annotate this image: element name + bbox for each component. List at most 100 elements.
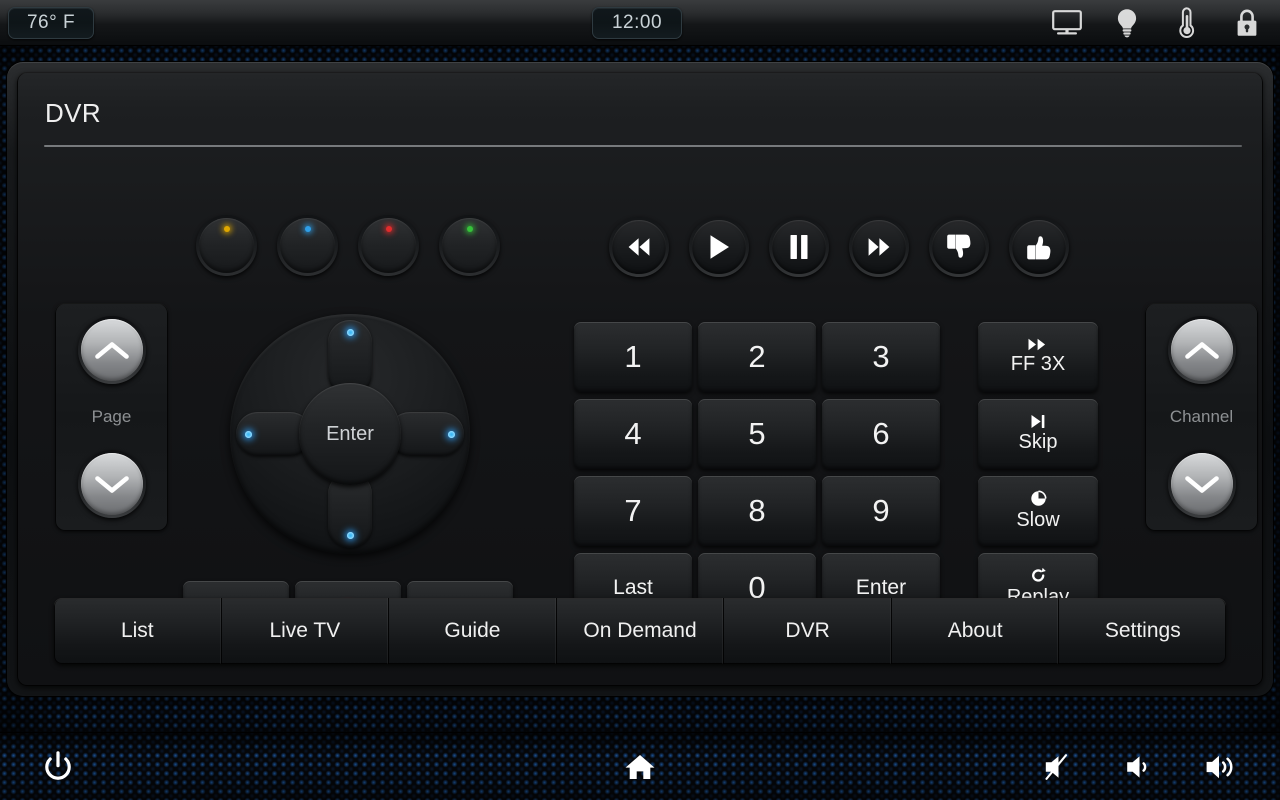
chevron-down-icon [1184, 474, 1219, 494]
dpad-left-led [245, 430, 252, 438]
thumbs-down-button[interactable] [929, 217, 989, 277]
led-indicator-yellow [223, 226, 230, 232]
tab-label: About [947, 619, 1003, 642]
tab-on-demand[interactable]: On Demand [557, 598, 725, 664]
thermometer-icon[interactable] [1170, 6, 1204, 40]
fast-forward-icon [865, 237, 893, 257]
fast-forward-button[interactable] [849, 217, 909, 277]
pause-icon [788, 234, 810, 260]
led-indicator-red [385, 226, 392, 232]
slow-button[interactable]: Slow [978, 476, 1098, 546]
playback-function-keys: FF 3X Skip Slow Replay [978, 322, 1098, 623]
rewind-icon [625, 237, 653, 257]
fast-forward-icon [1027, 338, 1049, 352]
page-rocker: Page [55, 303, 168, 531]
ff-3x-label: FF 3X [1010, 353, 1066, 375]
mute-button[interactable] [1040, 749, 1076, 785]
tab-live-tv[interactable]: Live TV [222, 598, 390, 664]
play-button[interactable] [689, 217, 749, 277]
key-label: 9 [872, 493, 890, 528]
led-button-red[interactable] [358, 215, 419, 276]
skip-label: Skip [1018, 431, 1058, 453]
key-label: Last [613, 576, 653, 599]
home-button[interactable] [622, 749, 658, 785]
tab-label: Settings [1104, 619, 1181, 642]
key-2[interactable]: 2 [698, 322, 816, 392]
channel-rocker: Channel [1145, 303, 1258, 531]
mute-icon [1042, 752, 1074, 782]
channel-up-button[interactable] [1167, 316, 1236, 384]
key-7[interactable]: 7 [574, 476, 692, 546]
tab-guide[interactable]: Guide [389, 598, 557, 664]
volume-up-button[interactable] [1202, 749, 1242, 785]
led-button-green[interactable] [439, 215, 500, 276]
dpad-enter-label: Enter [326, 422, 374, 445]
key-8[interactable]: 8 [698, 476, 816, 546]
dpad-up-led [346, 329, 354, 336]
key-1[interactable]: 1 [574, 322, 692, 392]
tab-label: Live TV [269, 619, 341, 642]
lock-icon[interactable] [1230, 6, 1264, 40]
system-power-button[interactable] [40, 749, 76, 785]
volume-up-icon [1204, 752, 1240, 782]
tab-list[interactable]: List [54, 598, 222, 664]
tab-settings[interactable]: Settings [1059, 598, 1226, 664]
thumbs-up-button[interactable] [1009, 217, 1069, 277]
led-button-row [196, 215, 500, 276]
key-3[interactable]: 3 [822, 322, 940, 392]
slow-motion-icon [1030, 490, 1047, 508]
led-button-yellow[interactable] [196, 215, 257, 276]
skip-button[interactable]: Skip [978, 399, 1098, 469]
power-icon [43, 750, 73, 783]
key-label: 7 [624, 493, 642, 528]
key-5[interactable]: 5 [698, 399, 816, 469]
directional-pad: Enter [230, 314, 470, 554]
play-icon [707, 234, 731, 260]
volume-down-button[interactable] [1122, 749, 1158, 785]
thumbs-down-icon [946, 233, 972, 261]
channel-down-button[interactable] [1167, 450, 1236, 518]
led-button-blue[interactable] [277, 215, 338, 276]
remote-app-screen: 76° F 12:00 DVR Page Channel Enter 1 2 3… [0, 0, 1280, 800]
chevron-up-icon [94, 340, 129, 360]
key-4[interactable]: 4 [574, 399, 692, 469]
status-bar: 76° F 12:00 [0, 0, 1280, 46]
temperature-readout[interactable]: 76° F [8, 7, 94, 39]
chevron-down-icon [94, 474, 129, 494]
thumbs-up-icon [1026, 233, 1052, 261]
tab-label: Guide [444, 619, 501, 642]
key-label: 3 [872, 339, 890, 374]
lightbulb-icon[interactable] [1110, 6, 1144, 40]
clock-readout[interactable]: 12:00 [592, 7, 682, 39]
slow-label: Slow [1016, 509, 1060, 531]
rewind-button[interactable] [609, 217, 669, 277]
led-indicator-blue [304, 226, 311, 232]
remote-bezel: DVR Page Channel Enter 1 2 3 4 5 6 7 8 9… [7, 62, 1273, 696]
navigation-tab-strip: List Live TV Guide On Demand DVR About S… [54, 598, 1226, 664]
key-label: Enter [855, 576, 907, 599]
key-label: 6 [872, 416, 890, 451]
key-9[interactable]: 9 [822, 476, 940, 546]
numeric-keypad: 1 2 3 4 5 6 7 8 9 Last 0 Enter [574, 322, 940, 623]
pause-button[interactable] [769, 217, 829, 277]
replay-icon [1030, 567, 1047, 585]
temperature-value: 76° F [26, 12, 76, 33]
page-up-button[interactable] [77, 316, 146, 384]
home-icon [624, 753, 656, 781]
transport-control-row [609, 217, 1069, 277]
title-divider [44, 145, 1242, 147]
tv-icon[interactable] [1050, 6, 1084, 40]
dpad-enter-button[interactable]: Enter [299, 383, 401, 485]
skip-forward-icon [1029, 414, 1047, 430]
page-down-button[interactable] [77, 450, 146, 518]
channel-rocker-label: Channel [1169, 407, 1234, 426]
key-6[interactable]: 6 [822, 399, 940, 469]
key-label: 1 [624, 339, 642, 374]
system-bar [0, 732, 1280, 800]
dpad-right-led [448, 430, 455, 438]
tab-label: On Demand [583, 619, 697, 642]
ff-3x-button[interactable]: FF 3X [978, 322, 1098, 392]
key-label: 8 [748, 493, 766, 528]
tab-about[interactable]: About [892, 598, 1060, 664]
tab-dvr[interactable]: DVR [724, 598, 892, 664]
